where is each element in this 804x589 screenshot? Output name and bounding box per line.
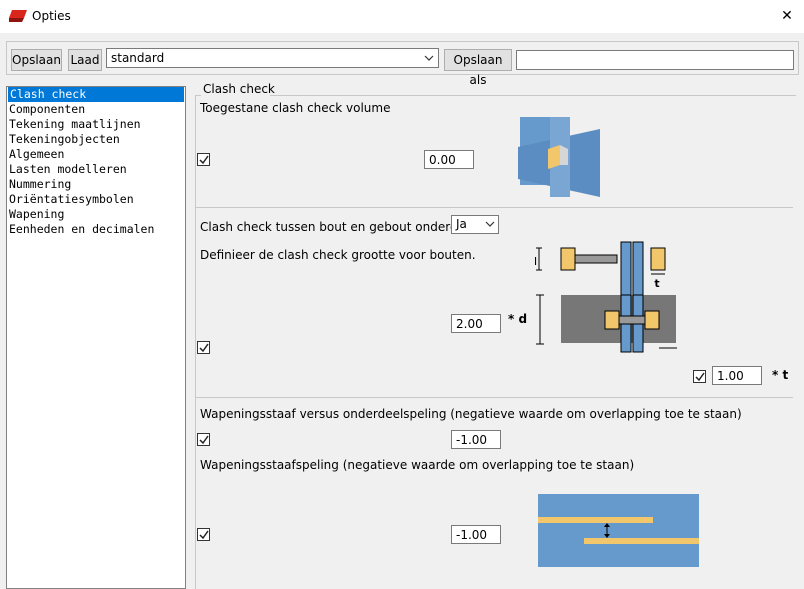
volume-input[interactable]: 0.00 bbox=[424, 150, 474, 169]
chevron-down-icon bbox=[424, 55, 434, 61]
section-divider bbox=[196, 207, 793, 208]
sidebar-item-orientatiesymbolen[interactable]: Oriëntatiesymbolen bbox=[7, 192, 185, 207]
checkmark-icon bbox=[695, 372, 705, 382]
rebar-gap-diagram bbox=[538, 494, 699, 567]
rebar-part-input[interactable]: -1.00 bbox=[451, 430, 501, 449]
close-icon[interactable]: ✕ bbox=[772, 4, 802, 28]
checkmark-icon bbox=[199, 435, 209, 445]
diagram-d-label: d bbox=[535, 255, 537, 268]
preset-dropdown[interactable]: standard bbox=[106, 48, 439, 68]
bolt-clash-diagram: d t bbox=[535, 241, 677, 353]
rebar-part-checkbox[interactable] bbox=[197, 433, 210, 446]
load-button[interactable]: Laad bbox=[68, 49, 102, 71]
save-as-button[interactable]: Opslaan als bbox=[444, 49, 512, 87]
save-button[interactable]: Opslaan bbox=[11, 49, 62, 71]
sidebar-item-clash-check[interactable]: Clash check bbox=[8, 87, 184, 102]
bolt-size-label: Definieer de clash check grootte voor bo… bbox=[200, 248, 476, 262]
checkmark-icon bbox=[199, 155, 209, 165]
sidebar-item-wapening[interactable]: Wapening bbox=[7, 207, 185, 222]
preset-value: standard bbox=[111, 51, 165, 65]
checkmark-icon bbox=[199, 343, 209, 353]
section-divider bbox=[196, 397, 793, 398]
bolt-t-suffix: * t bbox=[772, 368, 789, 382]
bolt-d-input[interactable]: 2.00 bbox=[451, 314, 501, 333]
bolt-clash-dropdown[interactable]: Ja bbox=[451, 215, 499, 234]
bolt-size-checkbox[interactable] bbox=[197, 341, 210, 354]
bolt-t-input[interactable]: 1.00 bbox=[712, 366, 762, 385]
sidebar-item-eenheden-en-decimalen[interactable]: Eenheden en decimalen bbox=[7, 222, 185, 237]
window-title: Opties bbox=[32, 9, 71, 23]
title-bar: Opties ✕ bbox=[0, 0, 804, 33]
sidebar-item-algemeen[interactable]: Algemeen bbox=[7, 147, 185, 162]
group-title: Clash check bbox=[203, 82, 275, 96]
rebar-part-label: Wapeningsstaaf versus onderdeelspeling (… bbox=[200, 407, 742, 421]
sidebar-item-lasten-modelleren[interactable]: Lasten modelleren bbox=[7, 162, 185, 177]
bolt-clash-label: Clash check tussen bout en gebout onderd… bbox=[200, 220, 480, 234]
save-as-name-input[interactable] bbox=[516, 50, 794, 70]
sidebar-item-tekeningobjecten[interactable]: Tekeningobjecten bbox=[7, 132, 185, 147]
options-category-list: Clash check Componenten Tekening maatlij… bbox=[6, 86, 186, 589]
sidebar-item-nummering[interactable]: Nummering bbox=[7, 177, 185, 192]
volume-label: Toegestane clash check volume bbox=[200, 101, 391, 115]
group-border bbox=[270, 95, 796, 96]
bolt-clash-option: Ja bbox=[456, 217, 467, 231]
bolt-t-checkbox[interactable] bbox=[693, 370, 706, 383]
clash-volume-diagram bbox=[518, 117, 600, 197]
group-border bbox=[195, 95, 196, 589]
diagram-t-label: t bbox=[654, 277, 659, 290]
checkmark-icon bbox=[199, 530, 209, 540]
sidebar-item-componenten[interactable]: Componenten bbox=[7, 102, 185, 117]
rebar-gap-checkbox[interactable] bbox=[197, 528, 210, 541]
rebar-gap-label: Wapeningsstaafspeling (negatieve waarde … bbox=[200, 458, 635, 472]
sidebar-item-tekening-maatlijnen[interactable]: Tekening maatlijnen bbox=[7, 117, 185, 132]
rebar-gap-input[interactable]: -1.00 bbox=[451, 525, 501, 544]
red-app-icon bbox=[9, 10, 27, 22]
bolt-d-suffix: * d bbox=[508, 312, 528, 326]
chevron-down-icon bbox=[485, 221, 495, 227]
volume-checkbox[interactable] bbox=[197, 153, 210, 166]
